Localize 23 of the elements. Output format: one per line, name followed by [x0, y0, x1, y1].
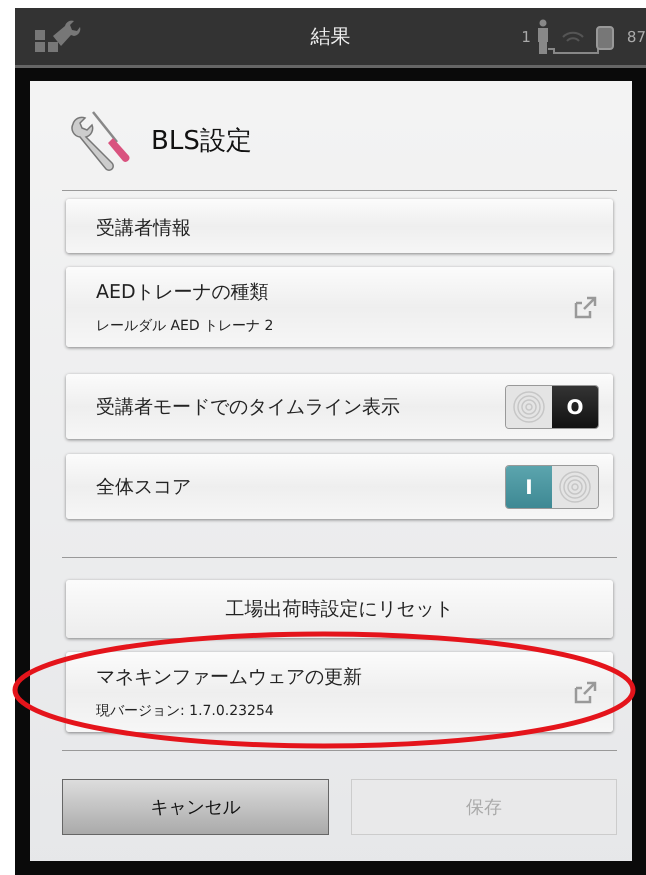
item-value: 現バージョン: 1.7.0.23254	[96, 702, 275, 720]
toggle-switch[interactable]: O	[505, 384, 599, 428]
external-link-icon	[573, 294, 599, 320]
settings-item[interactable]: マネキンファームウェアの更新 現バージョン: 1.7.0.23254	[66, 652, 613, 732]
item-label: 全体スコア	[96, 474, 192, 500]
screen-title: 結果	[310, 23, 350, 50]
manikin-count: 1	[521, 28, 531, 46]
item-label: 受講者モードでのタイムライン表示	[96, 394, 401, 420]
cancel-button[interactable]: キャンセル	[62, 779, 328, 835]
item-value: レールダル AED トレーナ 2	[96, 317, 274, 335]
external-link-icon	[573, 679, 599, 705]
toggle-on-label: I	[506, 466, 552, 508]
toggle-off-label: O	[552, 386, 598, 428]
reset-button[interactable]: 工場出荷時設定にリセット	[66, 580, 613, 638]
settings-item[interactable]: 受講者情報	[66, 199, 613, 253]
item-label: AEDトレーナの種類	[96, 280, 270, 305]
dialog-title: BLS設定	[151, 125, 252, 158]
item-label: マネキンファームウェアの更新	[96, 665, 363, 690]
toggle-knob-icon	[512, 390, 546, 424]
settings-item[interactable]: AEDトレーナの種類 レールダル AED トレーナ 2	[66, 267, 613, 347]
item-label: 受講者情報	[96, 216, 192, 241]
battery-level: 87	[626, 28, 646, 46]
toggle-knob-icon	[558, 470, 592, 504]
